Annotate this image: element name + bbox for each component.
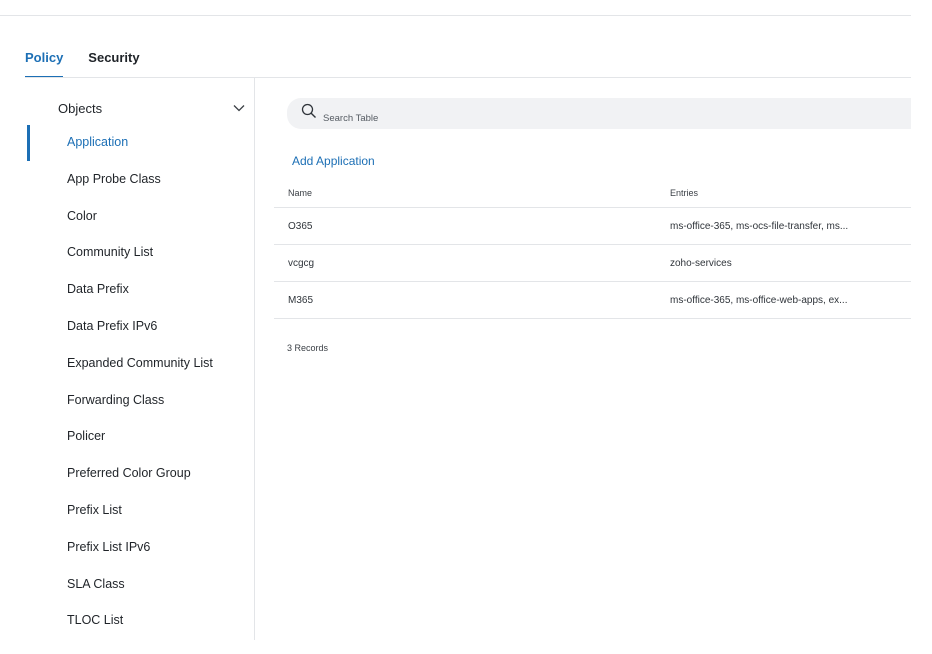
sidebar-item-community-list[interactable]: Community List: [0, 234, 254, 271]
sidebar-item-color[interactable]: Color: [0, 198, 254, 235]
sidebar-item-app-probe-class[interactable]: App Probe Class: [0, 161, 254, 198]
sidebar: Objects Application App Probe Class Colo…: [0, 78, 255, 640]
row-entries-cell: zoho-services: [670, 257, 732, 269]
sidebar-item-prefix-list[interactable]: Prefix List: [0, 492, 254, 529]
tab-policy[interactable]: Policy: [25, 50, 64, 78]
column-header-entries[interactable]: Entries: [670, 188, 698, 198]
row-name-cell: O365: [288, 220, 313, 232]
chevron-down-icon: [232, 101, 246, 115]
objects-group-label: Objects: [58, 100, 103, 116]
sidebar-item-expanded-community-list[interactable]: Expanded Community List: [0, 345, 254, 382]
sidebar-item-data-prefix[interactable]: Data Prefix: [0, 271, 254, 308]
row-name-cell: M365: [288, 294, 314, 306]
sidebar-item-prefix-list-ipv6[interactable]: Prefix List IPv6: [0, 529, 254, 566]
row-entries-cell: ms-office-365, ms-office-web-apps, ex...: [670, 294, 848, 306]
sidebar-item-policer[interactable]: Policer: [0, 418, 254, 455]
sidebar-nav-list: Application App Probe Class Color Commun…: [0, 124, 254, 639]
records-count: 3 Records: [287, 343, 329, 353]
row-entries-cell: ms-office-365, ms-ocs-file-transfer, ms.…: [670, 220, 849, 232]
sidebar-item-tloc-list[interactable]: TLOC List: [0, 602, 254, 639]
column-header-name[interactable]: Name: [288, 188, 312, 198]
tab-security[interactable]: Security: [88, 50, 139, 78]
table-row[interactable]: O365 ms-office-365, ms-ocs-file-transfer…: [274, 208, 911, 245]
objects-group-toggle[interactable]: Objects: [58, 98, 246, 118]
table-header: Name Entries: [274, 178, 911, 208]
sidebar-item-sla-class[interactable]: SLA Class: [0, 566, 254, 603]
table-row[interactable]: vcgcg zoho-services: [274, 245, 911, 282]
top-divider: [0, 15, 911, 16]
table-row[interactable]: M365 ms-office-365, ms-office-web-apps, …: [274, 282, 911, 319]
main-content: Add Application Name Entries O365 ms-off…: [274, 78, 911, 640]
search-bar[interactable]: [287, 98, 911, 129]
applications-table: Name Entries O365 ms-office-365, ms-ocs-…: [274, 178, 911, 319]
add-application-link[interactable]: Add Application: [292, 154, 375, 168]
sidebar-item-data-prefix-ipv6[interactable]: Data Prefix IPv6: [0, 308, 254, 345]
sidebar-item-preferred-color-group[interactable]: Preferred Color Group: [0, 455, 254, 492]
sidebar-item-forwarding-class[interactable]: Forwarding Class: [0, 382, 254, 419]
sidebar-item-application[interactable]: Application: [0, 124, 254, 161]
search-input[interactable]: [323, 113, 623, 124]
tab-bar: Policy Security: [25, 50, 140, 78]
search-icon: [301, 103, 317, 119]
row-name-cell: vcgcg: [288, 257, 315, 269]
